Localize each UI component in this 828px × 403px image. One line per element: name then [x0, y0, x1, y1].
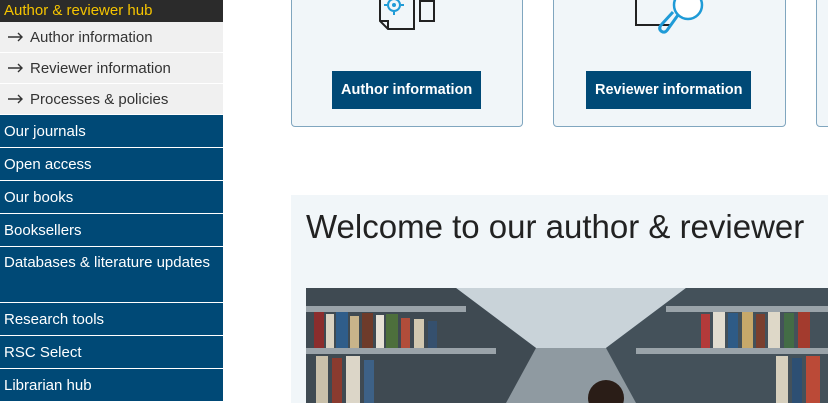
sidebar-subitem-label: Reviewer information	[30, 59, 171, 77]
arrow-right-icon	[8, 32, 30, 42]
sidebar-subitem-label: Author information	[30, 28, 153, 46]
reviewer-information-card: Reviewer information	[553, 0, 786, 127]
arrow-right-icon	[8, 63, 30, 73]
sidebar-subitem-reviewer-information[interactable]: Reviewer information	[0, 53, 223, 84]
reviewer-information-button[interactable]: Reviewer information	[586, 71, 752, 109]
welcome-title: Welcome to our author & reviewer	[306, 208, 805, 245]
author-information-button[interactable]: Author information	[332, 71, 482, 109]
arrow-right-icon	[8, 94, 30, 104]
sidebar-item-our-books[interactable]: Our books	[0, 181, 223, 214]
author-information-card: Author information	[291, 0, 523, 127]
sidebar-item-open-access[interactable]: Open access	[0, 148, 223, 181]
sidebar-subitem-processes-policies[interactable]: Processes & policies	[0, 84, 223, 115]
third-card-partial	[816, 0, 828, 127]
document-gear-icon	[376, 0, 440, 40]
sidebar-subitem-author-information[interactable]: Author information	[0, 22, 223, 53]
sidebar-nav: Author & reviewer hub Author information…	[0, 0, 223, 402]
sidebar-subitem-label: Processes & policies	[30, 90, 169, 108]
magnifier-review-icon	[634, 0, 708, 44]
library-photo	[306, 288, 828, 403]
sidebar-item-research-tools[interactable]: Research tools	[0, 303, 223, 336]
sidebar-header-author-reviewer-hub[interactable]: Author & reviewer hub	[0, 0, 223, 22]
sidebar-item-rsc-select[interactable]: RSC Select	[0, 336, 223, 369]
sidebar-item-our-journals[interactable]: Our journals	[0, 115, 223, 148]
sidebar-item-librarian-hub[interactable]: Librarian hub	[0, 369, 223, 402]
sidebar-item-booksellers[interactable]: Booksellers	[0, 214, 223, 247]
sidebar-item-databases-literature-updates[interactable]: Databases & literature updates	[0, 247, 223, 303]
welcome-section: Welcome to our author & reviewer	[291, 195, 828, 403]
